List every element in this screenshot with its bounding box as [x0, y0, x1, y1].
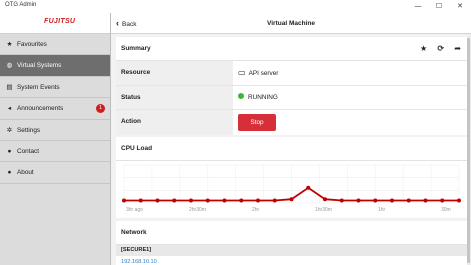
cpu-data-point[interactable] — [356, 198, 361, 203]
megaphone-icon: ◂ — [7, 105, 12, 113]
main-content: Summary ★ ⟳ ➦ Resource ▭ API server Statu… — [113, 34, 467, 265]
resource-value: ▭ API server — [238, 61, 278, 86]
x-tick-label: 1hr30m — [315, 207, 332, 213]
cpu-data-point[interactable] — [122, 198, 126, 203]
gear-icon: ✲ — [6, 126, 13, 134]
cpu-data-point[interactable] — [272, 198, 277, 203]
x-tick-label: 2hr30m — [189, 207, 206, 213]
notification-badge: 1 — [96, 104, 105, 114]
resource-row: Resource ▭ API server — [116, 61, 467, 86]
cpu-load-title: CPU Load — [116, 137, 467, 161]
star-icon[interactable]: ★ — [420, 44, 427, 53]
cpu-load-card: CPU Load 3hr ago 2hr30m 2hr 1hr30m 1hr 30m — [116, 137, 467, 218]
page-title: Virtual Machine — [267, 20, 315, 27]
cpu-load-chart: 3hr ago 2hr30m 2hr 1hr30m 1hr 30m — [122, 164, 461, 213]
cpu-data-point[interactable] — [138, 198, 143, 203]
network-card: Network [SECURE1] 192.168.10.10 — [116, 221, 467, 265]
sidebar-item-favourites[interactable]: ★ Favourites — [0, 34, 110, 56]
cpu-data-point[interactable] — [189, 198, 193, 203]
chat-icon: ● — [7, 147, 12, 155]
sidebar-item-label: Virtual Systems — [17, 62, 62, 70]
logo-area: FUJITSU — [0, 13, 110, 34]
network-address-link[interactable]: 192.168.10.10 — [116, 256, 467, 265]
star-icon: ★ — [6, 41, 13, 48]
globe-icon: ◍ — [6, 62, 13, 70]
x-tick-label: 2hr — [252, 207, 260, 213]
cpu-data-point[interactable] — [373, 198, 378, 203]
sidebar-item-label: Contact — [17, 147, 40, 155]
cpu-data-point[interactable] — [339, 198, 344, 203]
summary-actions: ★ ⟳ ➦ — [412, 37, 461, 61]
sidebar-item-label: System Events — [17, 83, 60, 91]
cpu-data-point[interactable] — [289, 197, 294, 202]
cpu-data-point[interactable] — [306, 185, 311, 190]
summary-title: Summary ★ ⟳ ➦ — [116, 37, 467, 61]
app-title: OTG Admin — [5, 2, 37, 8]
x-tick-label: 1hr — [378, 207, 386, 213]
back-button[interactable]: ‹ Back — [116, 13, 136, 34]
cpu-data-point[interactable] — [256, 198, 260, 203]
summary-title-text: Summary — [121, 45, 151, 52]
resource-value-text: API server — [248, 70, 279, 77]
x-tick-label: 30m — [441, 207, 451, 213]
summary-card: Summary ★ ⟳ ➦ Resource ▭ API server Statu… — [116, 37, 467, 135]
action-label: Action — [116, 110, 233, 135]
network-title: Network — [116, 221, 467, 245]
sidebar-item-label: Settings — [17, 126, 41, 134]
maximize-button[interactable]: ☐ — [429, 0, 449, 13]
cpu-data-point[interactable] — [406, 198, 411, 203]
sidebar-item-label: Announcements — [17, 105, 64, 113]
monitor-icon: ▭ — [238, 68, 246, 77]
cpu-data-point[interactable] — [390, 198, 394, 203]
status-label: Status — [116, 85, 233, 109]
cpu-data-point[interactable] — [457, 198, 461, 203]
sidebar-item-contact[interactable]: ● Contact — [0, 141, 110, 163]
status-indicator-icon — [238, 93, 244, 99]
chevron-left-icon: ‹ — [116, 18, 119, 28]
sidebar-item-virtual-systems[interactable]: ◍ Virtual Systems — [0, 55, 110, 77]
sidebar: FUJITSU ★ Favourites ◍ Virtual Systems ▤ Syst… — [0, 13, 111, 265]
resource-label: Resource — [116, 61, 233, 85]
cpu-data-point[interactable] — [172, 198, 177, 203]
cpu-data-point[interactable] — [440, 198, 445, 203]
info-icon: ● — [7, 169, 12, 177]
x-tick-label: 3hr ago — [126, 207, 143, 213]
status-row: Status RUNNING — [116, 85, 467, 110]
cpu-data-point[interactable] — [423, 198, 428, 203]
sidebar-item-system-events[interactable]: ▤ System Events — [0, 77, 110, 99]
fujitsu-logo: FUJITSU — [44, 18, 76, 25]
action-row: Action Stop — [116, 110, 467, 135]
close-button[interactable]: ✕ — [450, 0, 470, 13]
cpu-data-point[interactable] — [323, 197, 327, 202]
status-value-text: RUNNING — [248, 93, 278, 101]
sidebar-item-settings[interactable]: ✲ Settings — [0, 120, 110, 141]
cpu-data-point[interactable] — [155, 198, 160, 203]
sidebar-item-label: Favourites — [17, 41, 47, 48]
back-label: Back — [122, 21, 137, 28]
stop-button[interactable]: Stop — [238, 114, 276, 131]
cpu-data-point[interactable] — [222, 198, 227, 203]
cpu-data-point[interactable] — [205, 198, 210, 203]
scrollbar-thumb[interactable] — [467, 38, 470, 263]
sidebar-item-announcements[interactable]: ◂ Announcements 1 — [0, 98, 110, 120]
refresh-icon[interactable]: ⟳ — [437, 44, 444, 53]
window-titlebar: OTG Admin — ☐ ✕ — [0, 0, 471, 13]
calendar-icon: ▤ — [6, 83, 13, 91]
sidebar-item-about[interactable]: ● About — [0, 162, 110, 184]
share-icon[interactable]: ➦ — [454, 44, 461, 53]
minimize-button[interactable]: — — [408, 0, 428, 13]
status-value: RUNNING — [238, 86, 278, 110]
network-section-header: [SECURE1] — [116, 245, 467, 256]
cpu-data-point[interactable] — [239, 198, 244, 203]
page-header: Virtual Machine ‹ Back — [111, 13, 471, 34]
sidebar-item-label: About — [17, 169, 34, 177]
